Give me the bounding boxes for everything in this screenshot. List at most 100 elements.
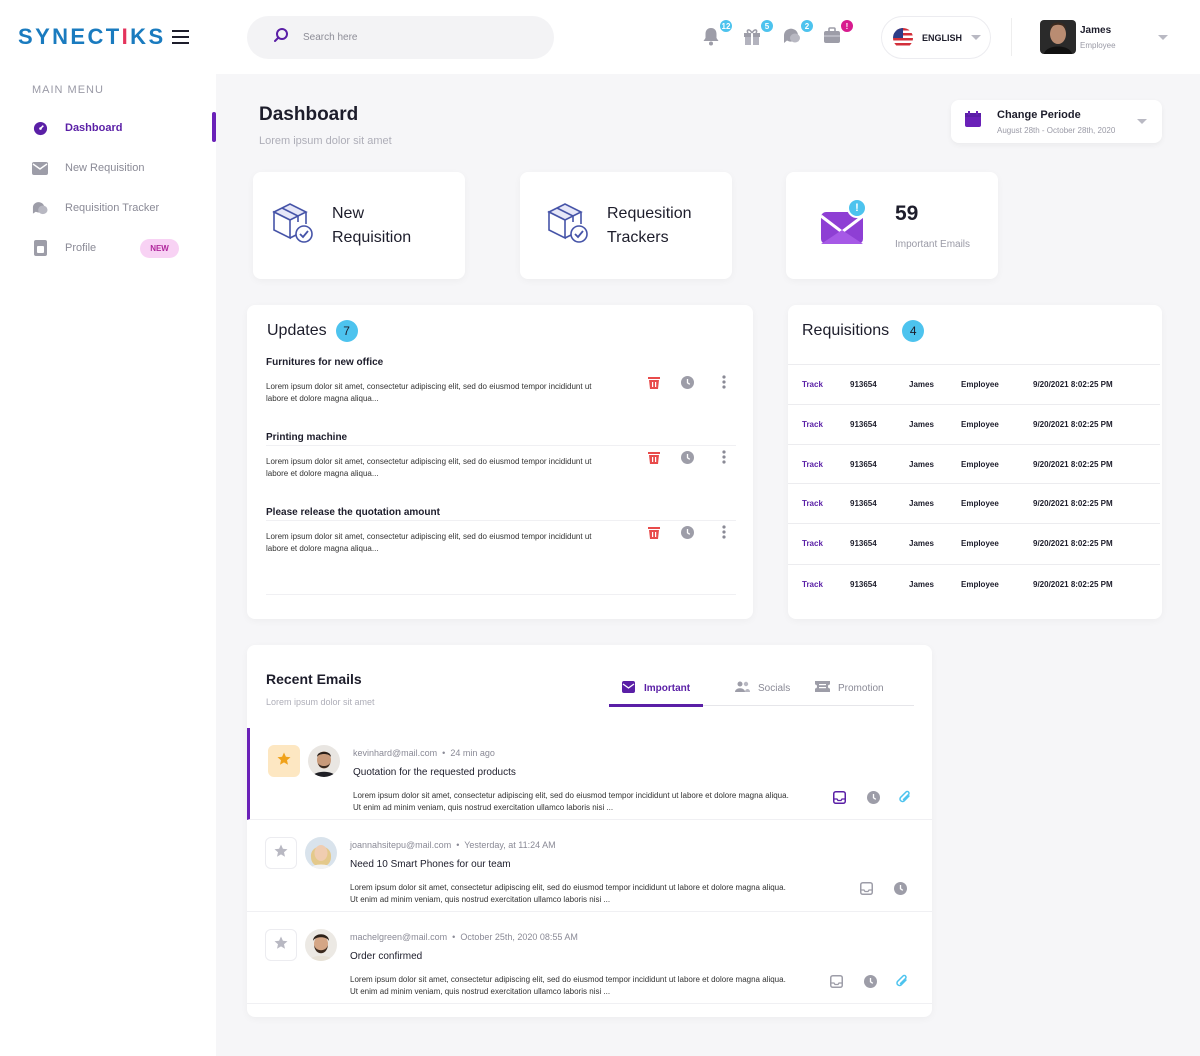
attachment-icon[interactable] <box>895 974 909 989</box>
track-link[interactable]: Track <box>802 580 823 589</box>
clock-icon[interactable] <box>681 375 694 389</box>
table-row: Track 913654 James Employee 9/20/2021 8:02:2… <box>788 364 1160 403</box>
chevron-down-icon <box>971 35 982 40</box>
page-title: Dashboard <box>259 104 359 125</box>
requisition-trackers-card[interactable]: Requesition Trackers <box>520 172 732 279</box>
email-sender: joannahsitepu@mail.com <box>350 840 452 850</box>
gift-icon <box>743 29 761 49</box>
recent-emails-panel: Recent Emails Lorem ipsum dolor sit amet… <box>247 645 932 1017</box>
requester-name: James <box>909 459 934 469</box>
period-range: August 28th - October 28th, 2020 <box>997 125 1116 135</box>
clock-icon[interactable] <box>681 450 694 464</box>
requisition-date: 9/20/2021 8:02:25 PM <box>1033 419 1113 429</box>
change-period-dropdown[interactable]: Change Periode August 28th - October 28t… <box>951 100 1162 143</box>
tab-promotion[interactable]: Promotion <box>815 676 884 700</box>
clock-icon[interactable] <box>894 882 907 895</box>
search-input[interactable] <box>303 32 523 43</box>
requester-name: James <box>909 498 934 508</box>
active-tab-indicator <box>609 704 703 707</box>
messages-button[interactable]: 2 <box>783 18 815 49</box>
requisition-id: 913654 <box>850 379 877 389</box>
more-options-icon[interactable] <box>722 375 726 389</box>
logo-text-start: SYNECT <box>18 24 122 49</box>
tab-important[interactable]: Important <box>622 676 690 700</box>
alerts-button[interactable]: ! <box>823 18 855 49</box>
requisition-trackers-line2: Trackers <box>607 228 669 246</box>
delete-icon[interactable] <box>647 450 661 464</box>
chat-icon <box>783 28 801 49</box>
requisition-id: 913654 <box>850 459 877 469</box>
dashboard-icon <box>32 120 48 136</box>
us-flag-icon <box>893 27 913 48</box>
delete-icon[interactable] <box>647 525 661 539</box>
divider <box>266 594 736 595</box>
update-item[interactable]: Furnitures for new office Lorem ipsum do… <box>266 357 736 403</box>
page-subtitle: Lorem ipsum dolor sit amet <box>259 135 392 147</box>
message-count: 2 <box>799 18 815 34</box>
new-requisition-line1: New <box>332 204 365 222</box>
new-requisition-card[interactable]: New Requisition <box>253 172 465 279</box>
update-item[interactable]: Printing machine Lorem ipsum dolor sit a… <box>266 432 736 478</box>
more-options-icon[interactable] <box>722 525 726 539</box>
more-options-icon[interactable] <box>722 450 726 464</box>
recent-emails-title: Recent Emails <box>266 671 362 687</box>
user-menu-chevron-down-icon[interactable] <box>1158 35 1168 40</box>
sidebar-item-requisition-tracker[interactable]: Requisition Tracker <box>0 188 216 228</box>
email-preview: Lorem ipsum dolor sit amet, consectetur … <box>350 883 786 904</box>
email-item[interactable]: joannahsitepu@mail.com • Yesterday, at 1… <box>247 820 932 912</box>
important-emails-label: Important Emails <box>895 238 971 250</box>
attachment-icon[interactable] <box>898 790 912 805</box>
notifications-button[interactable]: 12 <box>702 18 734 50</box>
requisition-trackers-line1: Requesition <box>607 204 692 222</box>
track-link[interactable]: Track <box>802 539 823 548</box>
requisition-id: 913654 <box>850 579 877 589</box>
favorite-button[interactable] <box>265 929 297 961</box>
users-icon <box>735 681 750 695</box>
tab-socials[interactable]: Socials <box>735 676 790 700</box>
email-item[interactable]: kevinhard@mail.com • 24 min ago Quotatio… <box>247 728 932 820</box>
track-link[interactable]: Track <box>802 420 823 429</box>
track-link[interactable]: Track <box>802 460 823 469</box>
track-link[interactable]: Track <box>802 499 823 508</box>
inbox-icon[interactable] <box>830 975 843 988</box>
clock-icon[interactable] <box>867 791 880 804</box>
bell-icon <box>702 28 720 50</box>
inbox-icon[interactable] <box>860 882 873 895</box>
requisition-date: 9/20/2021 8:02:25 PM <box>1033 579 1113 589</box>
email-item[interactable]: machelgreen@mail.com • October 25th, 202… <box>247 912 932 1004</box>
inbox-icon[interactable] <box>833 791 846 804</box>
tab-label: Socials <box>758 682 791 694</box>
tab-label: Promotion <box>838 682 884 694</box>
clock-icon[interactable] <box>681 525 694 539</box>
search-icon[interactable] <box>273 27 289 48</box>
important-emails-card[interactable]: ! 59 Important Emails <box>786 172 998 279</box>
logo-text-end: KS <box>130 24 166 49</box>
favorite-button[interactable] <box>265 837 297 869</box>
clock-icon[interactable] <box>864 975 877 988</box>
sidebar-item-new-requisition[interactable]: New Requisition <box>0 148 216 188</box>
update-title: Printing machine <box>266 432 348 443</box>
user-role: Employee <box>1080 40 1116 50</box>
menu-toggle-icon[interactable] <box>172 30 189 44</box>
sidebar-item-profile[interactable]: Profile NEW <box>0 228 216 268</box>
requisition-date: 9/20/2021 8:02:25 PM <box>1033 379 1113 389</box>
requester-name: James <box>909 538 934 548</box>
requisitions-count: 4 <box>902 320 925 342</box>
update-text: Lorem ipsum dolor sit amet, consectetur … <box>266 532 592 553</box>
track-link[interactable]: Track <box>802 380 823 389</box>
search-bar[interactable] <box>247 16 554 59</box>
sidebar-item-dashboard[interactable]: Dashboard <box>0 108 216 148</box>
language-selector[interactable]: ENGLISH <box>881 16 991 59</box>
requester-name: James <box>909 419 934 429</box>
logo[interactable]: SYNECTIKS <box>18 24 166 50</box>
user-menu[interactable]: James Employee <box>1040 20 1116 54</box>
requester-role: Employee <box>961 579 999 589</box>
gifts-button[interactable]: 5 <box>743 18 775 49</box>
delete-icon[interactable] <box>647 375 661 389</box>
table-row: Track 913654 James Employee 9/20/2021 8:02:2… <box>788 404 1160 443</box>
update-item[interactable]: Please release the quotation amount Lore… <box>266 507 736 553</box>
favorite-button[interactable] <box>268 745 300 777</box>
email-time: 24 min ago <box>450 748 495 758</box>
requester-role: Employee <box>961 459 999 469</box>
email-time: Yesterday, at 11:24 AM <box>464 840 556 850</box>
